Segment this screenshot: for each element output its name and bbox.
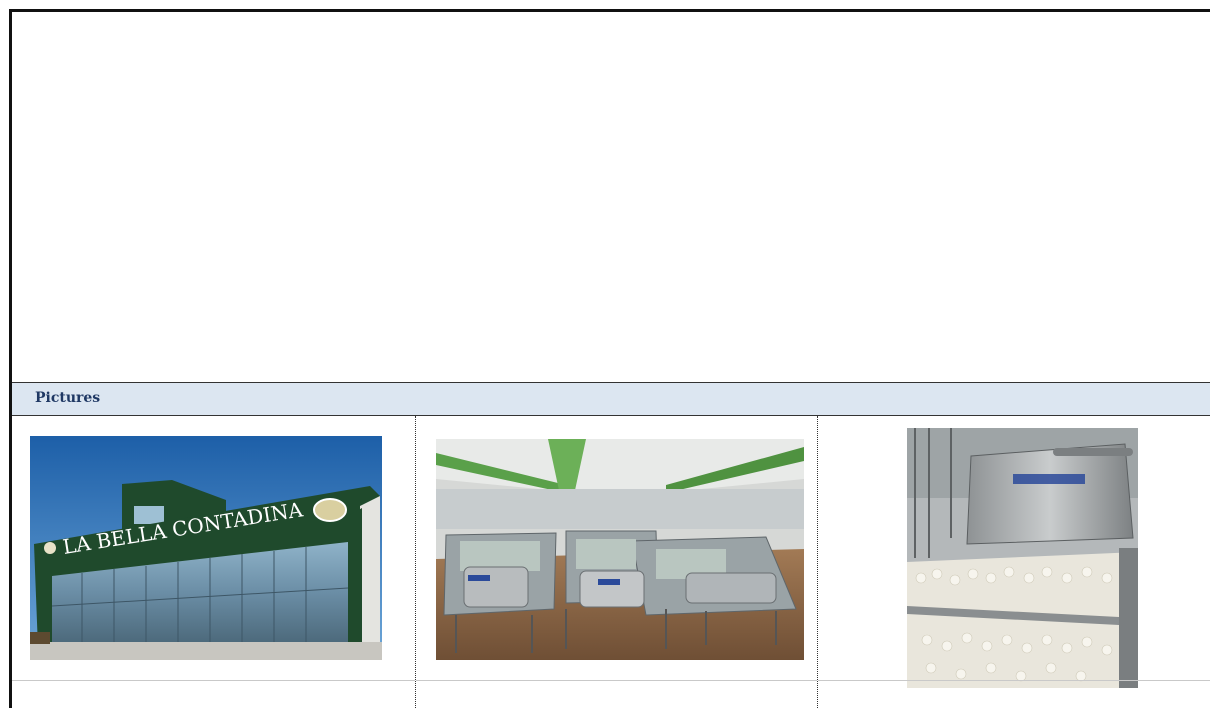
pictures-section-header: Pictures [12, 382, 1210, 416]
mozzarella-machine-photo[interactable] [907, 428, 1138, 688]
cell-divider [818, 680, 1210, 681]
picture-cell-3 [818, 416, 1210, 708]
building-exterior-photo[interactable]: LA BELLA CONTADINA [30, 436, 382, 660]
blank-content-area [12, 12, 1210, 382]
picture-cell-1: LA BELLA CONTADINA [12, 416, 416, 708]
factory-interior-photo[interactable] [436, 439, 804, 660]
picture-cell-2 [416, 416, 818, 708]
document-frame: Pictures LA BELLA CONTADINA [9, 9, 1210, 708]
cell-divider [416, 680, 817, 681]
pictures-section-title: Pictures [35, 390, 101, 406]
cell-divider [12, 680, 415, 681]
pictures-row: LA BELLA CONTADINA [12, 416, 1210, 708]
